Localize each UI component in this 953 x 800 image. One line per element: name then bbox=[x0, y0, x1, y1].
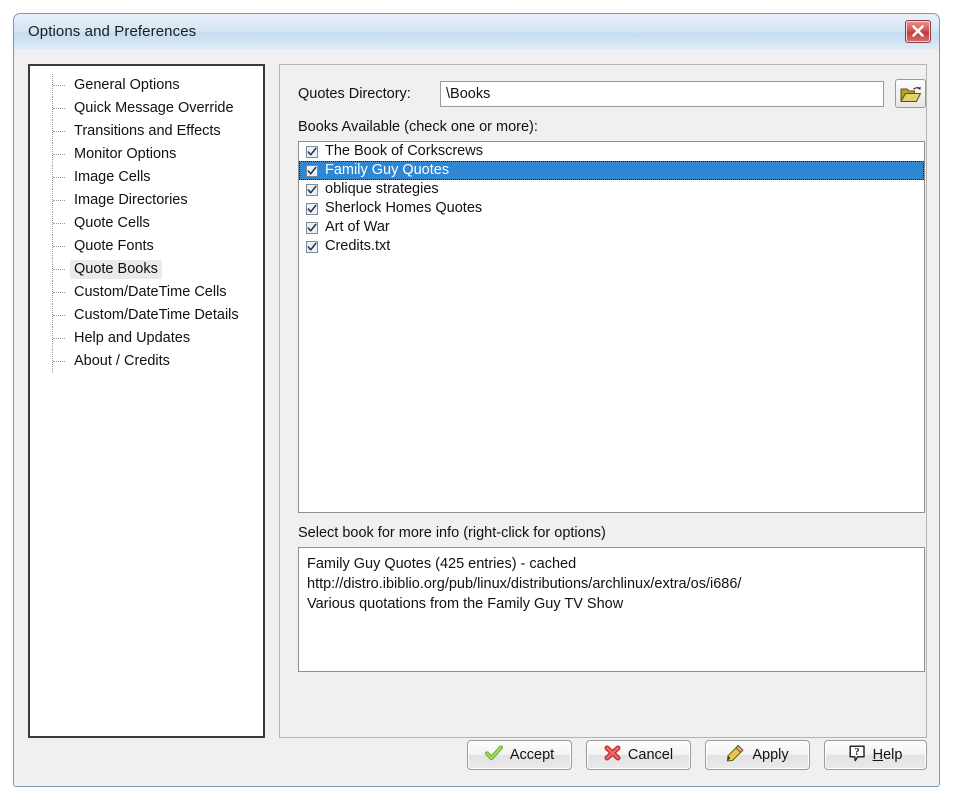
sidebar-item-label: Image Cells bbox=[74, 169, 151, 185]
apply-button[interactable]: Apply bbox=[705, 740, 810, 770]
options-dialog-window: Options and Preferences General Options … bbox=[13, 13, 940, 787]
help-button[interactable]: ? Help bbox=[824, 740, 927, 770]
books-list[interactable]: The Book of Corkscrews Family Guy Quotes… bbox=[298, 141, 925, 513]
sidebar-item-label: Image Directories bbox=[74, 192, 188, 208]
help-button-label: Help bbox=[872, 747, 903, 763]
sidebar-item-label: Transitions and Effects bbox=[74, 123, 221, 139]
dialog-body: General Options Quick Message Override T… bbox=[14, 50, 939, 786]
settings-tree: General Options Quick Message Override T… bbox=[30, 66, 263, 373]
list-item[interactable]: Art of War bbox=[299, 218, 924, 237]
checkbox-checked-icon[interactable] bbox=[306, 183, 318, 196]
sidebar-item-label: Custom/DateTime Cells bbox=[74, 284, 227, 300]
sidebar-item-general-options[interactable]: General Options bbox=[30, 74, 263, 97]
sidebar-item-custom-datetime-details[interactable]: Custom/DateTime Details bbox=[30, 304, 263, 327]
sidebar-item-quote-fonts[interactable]: Quote Fonts bbox=[30, 235, 263, 258]
sidebar-item-label: Quote Books bbox=[70, 260, 162, 279]
accept-button-label: Accept bbox=[509, 747, 555, 763]
sidebar-item-image-cells[interactable]: Image Cells bbox=[30, 166, 263, 189]
book-info-line: Family Guy Quotes (425 entries) - cached bbox=[307, 556, 577, 572]
book-name: Sherlock Homes Quotes bbox=[325, 200, 483, 216]
sidebar-item-quote-books[interactable]: Quote Books bbox=[30, 258, 263, 281]
quotes-directory-label: Quotes Directory: bbox=[298, 86, 411, 102]
sidebar-item-label: Custom/DateTime Details bbox=[74, 307, 239, 323]
select-book-info-label: Select book for more info (right-click f… bbox=[298, 525, 606, 541]
book-info-line: http://distro.ibiblio.org/pub/linux/dist… bbox=[307, 576, 742, 592]
checkbox-checked-icon[interactable] bbox=[306, 164, 318, 177]
sidebar-item-custom-datetime-cells[interactable]: Custom/DateTime Cells bbox=[30, 281, 263, 304]
help-button-label-rest: elp bbox=[883, 747, 903, 763]
sidebar-item-image-directories[interactable]: Image Directories bbox=[30, 189, 263, 212]
book-name: The Book of Corkscrews bbox=[325, 143, 483, 159]
checkbox-checked-icon[interactable] bbox=[306, 221, 318, 234]
checkbox-checked-icon[interactable] bbox=[306, 202, 318, 215]
books-available-label: Books Available (check one or more): bbox=[298, 119, 538, 135]
quote-books-panel: Quotes Directory: Books Available (check… bbox=[279, 64, 927, 738]
list-item[interactable]: Credits.txt bbox=[299, 237, 924, 256]
sidebar-item-about-credits[interactable]: About / Credits bbox=[30, 350, 263, 373]
list-item[interactable]: Sherlock Homes Quotes bbox=[299, 199, 924, 218]
sidebar-item-quote-cells[interactable]: Quote Cells bbox=[30, 212, 263, 235]
accept-button[interactable]: Accept bbox=[467, 740, 572, 770]
title-bar: Options and Preferences bbox=[14, 14, 939, 51]
sidebar-item-label: General Options bbox=[74, 77, 180, 93]
sidebar-item-quick-message-override[interactable]: Quick Message Override bbox=[30, 97, 263, 120]
list-item[interactable]: Family Guy Quotes bbox=[299, 161, 924, 180]
checkbox-checked-icon[interactable] bbox=[306, 240, 318, 253]
list-item[interactable]: oblique strategies bbox=[299, 180, 924, 199]
sidebar-item-label: Quote Cells bbox=[74, 215, 150, 231]
sidebar-item-monitor-options[interactable]: Monitor Options bbox=[30, 143, 263, 166]
book-name: Art of War bbox=[325, 219, 390, 235]
quotes-directory-row: Quotes Directory: bbox=[298, 79, 926, 111]
window-title: Options and Preferences bbox=[28, 23, 197, 40]
close-x-icon bbox=[604, 745, 621, 765]
close-icon[interactable] bbox=[905, 20, 931, 43]
open-folder-icon[interactable] bbox=[895, 79, 926, 108]
cancel-button[interactable]: Cancel bbox=[586, 740, 691, 770]
sidebar-item-label: Help and Updates bbox=[74, 330, 191, 346]
sidebar-item-label: Quote Fonts bbox=[74, 238, 154, 254]
check-mark-icon bbox=[484, 745, 503, 765]
sidebar-item-label: About / Credits bbox=[74, 353, 170, 369]
settings-tree-panel[interactable]: General Options Quick Message Override T… bbox=[28, 64, 265, 738]
apply-button-label: Apply bbox=[752, 747, 789, 763]
quotes-directory-input[interactable] bbox=[440, 81, 884, 107]
list-item[interactable]: The Book of Corkscrews bbox=[299, 142, 924, 161]
checkbox-checked-icon[interactable] bbox=[306, 145, 318, 158]
book-info-box[interactable]: Family Guy Quotes (425 entries) - cached… bbox=[298, 547, 925, 672]
cancel-button-label: Cancel bbox=[627, 747, 674, 763]
sidebar-item-help-and-updates[interactable]: Help and Updates bbox=[30, 327, 263, 350]
book-name: Credits.txt bbox=[325, 238, 391, 254]
question-mark-icon: ? bbox=[849, 744, 866, 766]
pencil-icon bbox=[726, 744, 745, 766]
dialog-footer: Accept Cancel Apply ? Help bbox=[14, 738, 939, 786]
sidebar-item-transitions-and-effects[interactable]: Transitions and Effects bbox=[30, 120, 263, 143]
sidebar-item-label: Monitor Options bbox=[74, 146, 177, 162]
book-name: Family Guy Quotes bbox=[325, 162, 450, 178]
sidebar-item-label: Quick Message Override bbox=[74, 100, 234, 116]
book-name: oblique strategies bbox=[325, 181, 439, 197]
svg-text:?: ? bbox=[854, 747, 859, 758]
book-info-line: Various quotations from the Family Guy T… bbox=[307, 596, 624, 612]
